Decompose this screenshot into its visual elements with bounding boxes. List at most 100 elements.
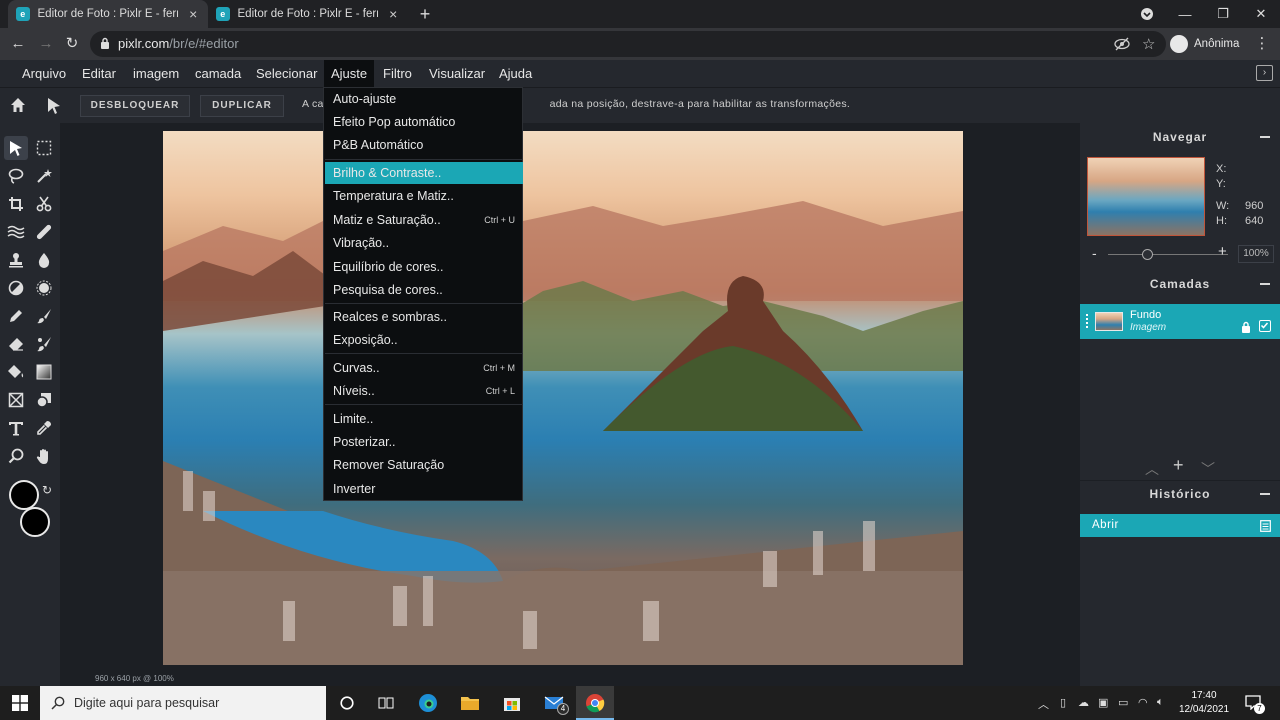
taskbar-search-box[interactable]: Digite aqui para pesquisar bbox=[40, 686, 326, 720]
address-bar[interactable]: pixlr.com/br/e/#editor ☆ bbox=[90, 31, 1166, 57]
edge-browser-icon[interactable] bbox=[416, 691, 440, 715]
forward-arrow-icon[interactable]: → bbox=[36, 34, 56, 54]
menu-item-efeito-pop[interactable]: Efeito Pop automático bbox=[325, 111, 523, 133]
marquee-tool-icon[interactable] bbox=[32, 136, 56, 160]
layers-header[interactable]: Camadas bbox=[1080, 271, 1280, 297]
zoom-slider-handle[interactable] bbox=[1142, 249, 1153, 260]
cut-scissors-icon[interactable] bbox=[32, 192, 56, 216]
profile-button[interactable]: Anônima bbox=[1170, 32, 1239, 56]
fill-bucket-icon[interactable] bbox=[4, 360, 28, 384]
brush-tool-icon[interactable] bbox=[32, 304, 56, 328]
home-icon[interactable] bbox=[9, 96, 27, 114]
close-tab-icon[interactable]: × bbox=[186, 6, 200, 22]
add-layer-icon[interactable]: + bbox=[1173, 455, 1184, 476]
menu-item-matiz-saturacao[interactable]: Matiz e Saturação.. Ctrl + U bbox=[325, 209, 523, 231]
history-item[interactable]: Abrir bbox=[1080, 514, 1280, 537]
lasso-tool-icon[interactable] bbox=[4, 164, 28, 188]
zoom-in-button[interactable]: + bbox=[1218, 243, 1227, 260]
collapse-icon[interactable] bbox=[1260, 283, 1270, 285]
tray-app-icon[interactable]: ▣ bbox=[1098, 696, 1108, 709]
network-wifi-icon[interactable]: ◠ bbox=[1138, 696, 1148, 709]
arrow-tool-icon[interactable] bbox=[46, 97, 62, 114]
browser-tab-2[interactable]: e Editor de Foto : Pixlr E - ferramen × bbox=[208, 0, 408, 28]
battery-icon[interactable]: ▭ bbox=[1118, 696, 1128, 709]
chrome-taskbar-button[interactable] bbox=[576, 686, 614, 720]
tab-search-icon[interactable] bbox=[1128, 0, 1166, 28]
collapse-icon[interactable] bbox=[1260, 136, 1270, 138]
sponge-tool-icon[interactable] bbox=[32, 276, 56, 300]
menu-arquivo[interactable]: Arquivo bbox=[15, 60, 73, 87]
move-layer-down-icon[interactable]: ﹀ bbox=[1201, 459, 1215, 479]
menu-item-equilibrio-cores[interactable]: Equilíbrio de cores.. bbox=[325, 256, 523, 278]
menu-item-niveis[interactable]: Níveis.. Ctrl + L bbox=[325, 380, 523, 402]
unlock-button[interactable]: DESBLOQUEAR bbox=[80, 95, 190, 117]
maximize-button[interactable]: ❐ bbox=[1204, 0, 1242, 28]
windows-start-icon[interactable] bbox=[0, 686, 40, 720]
menu-item-exposicao[interactable]: Exposição.. bbox=[325, 329, 523, 351]
tray-device-icon[interactable]: ▯ bbox=[1060, 696, 1066, 709]
volume-speaker-icon[interactable]: 🔈︎ bbox=[1157, 696, 1164, 709]
microsoft-store-icon[interactable] bbox=[500, 691, 524, 715]
menu-editar[interactable]: Editar bbox=[75, 60, 123, 87]
back-arrow-icon[interactable]: ← bbox=[8, 34, 28, 54]
new-tab-button[interactable]: + bbox=[414, 3, 436, 25]
minimize-button[interactable]: — bbox=[1166, 0, 1204, 28]
layer-visibility-checkbox[interactable] bbox=[1259, 320, 1271, 332]
menu-item-inverter[interactable]: Inverter bbox=[325, 478, 523, 500]
menu-item-curvas[interactable]: Curvas.. Ctrl + M bbox=[325, 357, 523, 379]
crop-tool-icon[interactable] bbox=[4, 192, 28, 216]
eraser-tool-icon[interactable] bbox=[4, 332, 28, 356]
magic-wand-icon[interactable] bbox=[32, 164, 56, 188]
menu-camada[interactable]: camada bbox=[188, 60, 248, 87]
zoom-slider-track[interactable] bbox=[1108, 254, 1228, 255]
zoom-magnifier-icon[interactable] bbox=[4, 444, 28, 468]
shape-tool-icon[interactable] bbox=[32, 388, 56, 412]
mail-icon[interactable]: 4 bbox=[542, 691, 569, 715]
panel-toggle-icon[interactable]: › bbox=[1256, 65, 1273, 81]
menu-visualizar[interactable]: Visualizar bbox=[422, 60, 492, 87]
menu-item-posterizar[interactable]: Posterizar.. bbox=[325, 431, 523, 453]
navigator-thumbnail[interactable] bbox=[1087, 157, 1205, 236]
menu-item-auto-ajuste[interactable]: Auto-ajuste bbox=[325, 88, 523, 110]
text-tool-icon[interactable] bbox=[4, 416, 28, 440]
background-color-swatch[interactable] bbox=[20, 507, 50, 537]
hand-pan-icon[interactable] bbox=[32, 444, 56, 468]
bookmark-star-icon[interactable]: ☆ bbox=[1142, 35, 1155, 53]
show-hidden-icons-chevron[interactable]: ︿ bbox=[1038, 696, 1049, 712]
shape-frame-icon[interactable] bbox=[4, 388, 28, 412]
browser-tab-1[interactable]: e Editor de Foto : Pixlr E - ferramen × bbox=[8, 0, 208, 28]
menu-ajuste[interactable]: Ajuste bbox=[324, 60, 375, 87]
menu-item-limite[interactable]: Limite.. bbox=[325, 408, 523, 430]
menu-item-temperatura-matiz[interactable]: Temperatura e Matiz.. bbox=[325, 185, 523, 207]
move-layer-up-icon[interactable]: ︿ bbox=[1145, 459, 1159, 479]
heal-bandage-icon[interactable] bbox=[32, 220, 56, 244]
canvas-image[interactable] bbox=[163, 131, 963, 665]
onedrive-cloud-icon[interactable]: ☁ bbox=[1078, 696, 1089, 709]
notification-center-icon[interactable]: 7 bbox=[1245, 695, 1265, 714]
menu-item-remover-saturacao[interactable]: Remover Saturação bbox=[325, 454, 523, 476]
lock-icon[interactable] bbox=[1241, 321, 1251, 333]
menu-item-realces-sombras[interactable]: Realces e sombras.. bbox=[325, 306, 523, 328]
liquify-tool-icon[interactable] bbox=[4, 220, 28, 244]
color-replace-brush-icon[interactable] bbox=[32, 332, 56, 356]
file-explorer-icon[interactable] bbox=[458, 691, 482, 715]
system-clock[interactable]: 17:40 12/04/2021 bbox=[1178, 689, 1230, 717]
pen-tool-icon[interactable] bbox=[4, 304, 28, 328]
zoom-out-button[interactable]: - bbox=[1092, 245, 1097, 261]
menu-selecionar[interactable]: Selecionar bbox=[249, 60, 324, 87]
eyedropper-icon[interactable] bbox=[32, 416, 56, 440]
clone-stamp-icon[interactable] bbox=[4, 248, 28, 272]
menu-ajuda[interactable]: Ajuda bbox=[492, 60, 539, 87]
close-tab-icon[interactable]: × bbox=[386, 6, 400, 22]
navigator-header[interactable]: Navegar bbox=[1080, 124, 1280, 150]
menu-item-pesquisa-cores[interactable]: Pesquisa de cores.. bbox=[325, 279, 523, 301]
menu-filtro[interactable]: Filtro bbox=[376, 60, 419, 87]
menu-item-vibracao[interactable]: Vibração.. bbox=[325, 232, 523, 254]
menu-item-brilho-contraste[interactable]: Brilho & Contraste.. bbox=[325, 162, 523, 184]
kebab-menu-icon[interactable]: ⋮ bbox=[1252, 34, 1272, 54]
blur-drop-icon[interactable] bbox=[32, 248, 56, 272]
menu-imagem[interactable]: imagem bbox=[126, 60, 186, 87]
cortana-circle-icon[interactable] bbox=[335, 691, 359, 715]
close-window-button[interactable]: ✕ bbox=[1242, 0, 1280, 28]
eye-off-icon[interactable] bbox=[1114, 37, 1130, 51]
